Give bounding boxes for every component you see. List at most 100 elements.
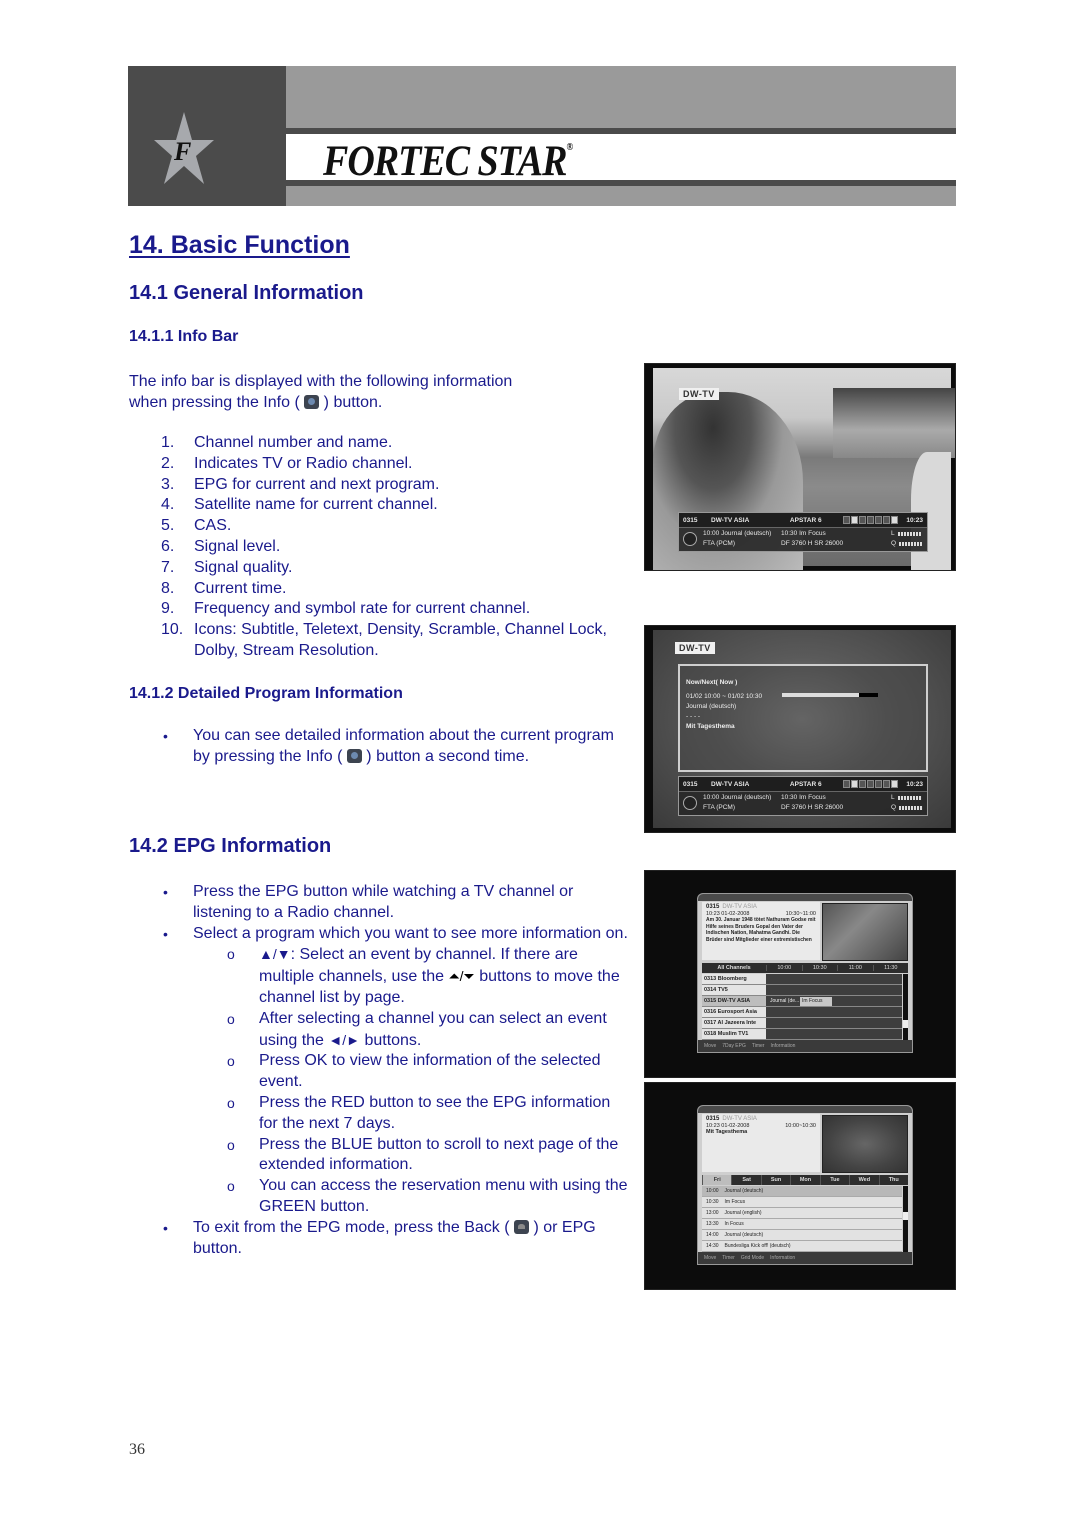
star-logo-icon: F (154, 112, 214, 184)
item-number: 4. (161, 496, 175, 514)
signal-quality: Q (891, 540, 923, 547)
detail-heading: Now/Next( Now ) (686, 679, 738, 686)
cas-info: FTA (PCM) (703, 540, 736, 547)
list-item: 7. Signal quality. (161, 558, 631, 579)
footer-hint: 7Day EPG (722, 1043, 746, 1049)
separator: - - - - (686, 713, 701, 720)
bullet-glyph: • (163, 728, 168, 744)
event-title: Journal (english) (724, 1210, 762, 1216)
item-number: 2. (161, 454, 175, 472)
quality-bar (899, 805, 923, 810)
list-item: 1. Channel number and name. (161, 433, 631, 454)
channel-number: 0315 (683, 780, 698, 788)
epg-window: 0315 DW-TV ASIA 10:23 01-02-2008 10:00~10:… (697, 1105, 913, 1265)
next-program: 10:30 Im Focus (781, 794, 826, 801)
up-down-arrow-icon: ▲/▼ (259, 946, 291, 963)
info-bar-top: 0315 DW-TV ASIA APSTAR 6 10:23 (679, 513, 927, 528)
epg-info-panel: 0315 DW-TV ASIA 10:23 01-02-2008 10:30~11:… (702, 902, 820, 960)
event-row: 13:00 Journal (english) (702, 1208, 902, 1219)
channel-name: DW-TV ASIA (722, 1116, 757, 1122)
item-text: EPG for current and next program. (194, 475, 440, 493)
footer-hint: Move (704, 1255, 717, 1261)
satellite-name: APSTAR 6 (789, 780, 822, 788)
item-text: Channel number and name. (194, 434, 393, 451)
item-number: 10. (161, 621, 184, 639)
channel-name: 0317 Al Jazeera Inte (702, 1018, 766, 1028)
intro-line-2: when pressing the Info ( ) button. (129, 392, 599, 413)
item-number: 9. (161, 600, 175, 618)
item-number: 3. (161, 475, 175, 493)
epg-footer: Move 7Day EPG Timer Information (698, 1040, 912, 1052)
brand-name: FORTEC STAR® (323, 136, 573, 187)
bullet-glyph: • (163, 884, 168, 900)
list-item: 4. Satellite name for current channel. (161, 495, 631, 516)
list-item: 8. Current time. (161, 579, 631, 600)
scrollbar (903, 1186, 908, 1252)
channel-row: 0318 Muslim TV1 (702, 1029, 902, 1040)
event-row: 13:30 In Focus (702, 1219, 902, 1230)
logo-block: F (128, 66, 286, 206)
intro-line-1: The info bar is displayed with the follo… (129, 373, 513, 390)
time-slot: 11:30 (872, 965, 909, 971)
channel-logo: DW-TV (679, 388, 719, 400)
sub-list-item: o Press OK to view the information of the… (129, 1051, 631, 1093)
event-time: 13:00 (706, 1210, 719, 1216)
epg-top-bar (698, 894, 912, 901)
sub-list-item: o ▲/▼: Select an event by channel. If the… (129, 944, 631, 1008)
day-tab: Wed (849, 1175, 878, 1185)
next-program: 10:30 Im Focus (781, 530, 826, 537)
list-item: • To exit from the EPG mode, press the Ba… (129, 1218, 631, 1260)
scramble-icon (867, 516, 875, 524)
info-bar-intro: The info bar is displayed with the follo… (129, 371, 599, 413)
logo-letter: F (173, 137, 191, 166)
back-button-icon (514, 1219, 530, 1234)
cas-info: FTA (PCM) (703, 804, 736, 811)
event-row: 14:00 Journal (deutsch) (702, 1230, 902, 1241)
day-tab: Thu (878, 1175, 908, 1185)
item-text: Indicates TV or Radio channel. (194, 454, 413, 472)
chapter-title: 14. Basic Function (129, 231, 350, 259)
item-number: 8. (161, 579, 175, 597)
epg-top-bar (698, 1106, 912, 1113)
time-slot: 10:00 (766, 965, 802, 971)
channel-name: DW-TV ASIA (722, 904, 757, 910)
intro-text: when pressing the Info ( (129, 394, 305, 411)
item-text: Icons: Subtitle, Teletext, Density, Scra… (194, 621, 607, 659)
item-text: Select a program which you want to see m… (193, 924, 628, 942)
channel-name: 0316 Eurosport Asia (702, 1007, 766, 1017)
registered-mark: ® (566, 140, 573, 153)
item-text: You can access the reservation menu with… (259, 1177, 628, 1215)
event-row: 14:30 Bundesliga Kick off! (deutsch) (702, 1241, 902, 1252)
signal-level: L (891, 794, 923, 801)
list-item: 9. Frequency and symbol rate for current … (161, 599, 631, 620)
event-title: Journal (deutsch) (724, 1188, 764, 1194)
epg-footer: Move Timer Grid Mode Information (698, 1252, 912, 1264)
item-text: Press the RED button to see the EPG info… (259, 1093, 611, 1132)
intro-text: ) button. (319, 394, 383, 411)
info-bar: 0315 DW-TV ASIA APSTAR 6 10:23 10:00 Jou… (678, 776, 928, 816)
sub-bullet-glyph: o (227, 1136, 235, 1153)
page-number: 36 (129, 1441, 145, 1458)
dolby-icon (883, 516, 891, 524)
event-description: Am 30. Januar 1948 tötet Nathuram Godse … (706, 917, 816, 943)
event-time: 10:00 (706, 1188, 719, 1194)
day-tab: Tue (819, 1175, 849, 1185)
event-track (766, 985, 902, 995)
now-program: 10:00 Journal (deutsch) (703, 794, 772, 801)
preview-window (822, 903, 908, 961)
event-track (766, 1029, 902, 1039)
channel-row: 0313 Bloomberg (702, 974, 902, 985)
quality-bar (899, 541, 923, 546)
info-button-icon (304, 395, 320, 409)
item-text: CAS. (194, 517, 232, 535)
progress-fill (782, 693, 859, 697)
sub-bullet-glyph: o (227, 946, 235, 963)
event-title: Im Focus (724, 1199, 746, 1205)
teletext-icon (851, 516, 859, 524)
slot-time: 10:00~10:30 (785, 1122, 816, 1129)
subtitle-icon (843, 780, 851, 788)
event-description: Mit Tagesthema (706, 1129, 748, 1135)
grid-header: All Channels 10:00 10:30 11:00 11:30 (702, 963, 908, 973)
bullet-glyph: • (163, 1219, 168, 1236)
bullet-glyph: • (163, 925, 168, 942)
